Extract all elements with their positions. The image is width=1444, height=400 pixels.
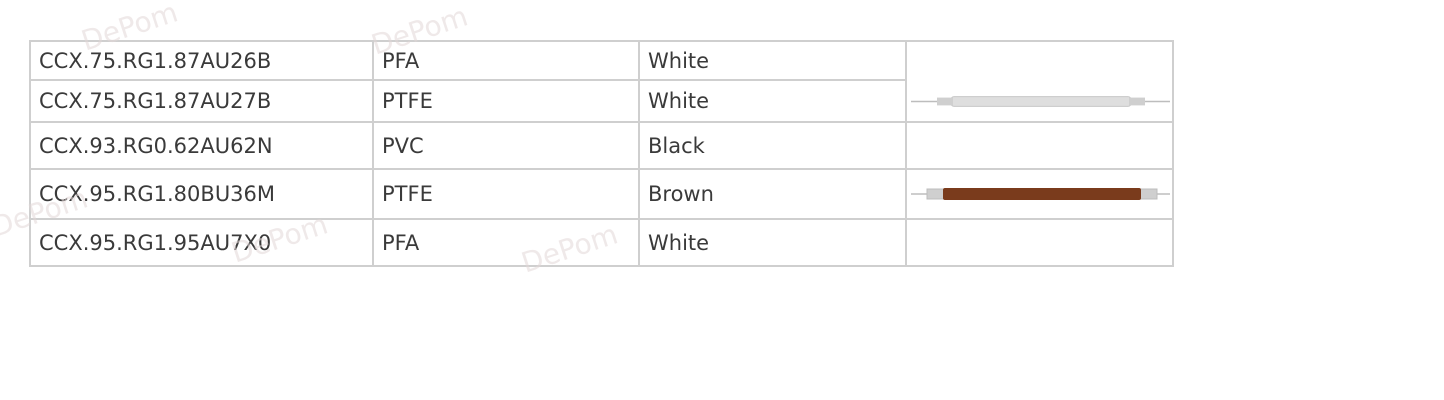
material-cell: PVC [372, 121, 640, 170]
table-row: CCX.95.RG1.95AU7X0 PFA White [29, 218, 1174, 267]
color-cell: White [638, 79, 907, 123]
material-cell: PTFE [372, 79, 640, 123]
part-number-cell: CCX.75.RG1.87AU27B [29, 79, 374, 123]
color-cell: White [638, 218, 907, 267]
material-cell: PTFE [372, 168, 640, 220]
brown-cable-image [911, 188, 1170, 200]
part-number-cell: CCX.75.RG1.87AU26B [29, 40, 374, 81]
cable-image-cell [905, 168, 1174, 220]
empty-image-cell [905, 121, 1174, 170]
white-cable-image [911, 96, 1170, 107]
material-cell: PFA [372, 40, 640, 81]
part-number-cell: CCX.95.RG1.80BU36M [29, 168, 374, 220]
material-cell: PFA [372, 218, 640, 267]
empty-image-cell [905, 218, 1174, 267]
table-row: CCX.95.RG1.80BU36M PTFE Brown [29, 168, 1174, 220]
page: CCX.75.RG1.87AU26B PFA White CCX.75.RG1.… [0, 0, 1444, 400]
cable-table: CCX.75.RG1.87AU26B PFA White CCX.75.RG1.… [29, 40, 1174, 267]
color-cell: White [638, 40, 907, 81]
part-number-cell: CCX.95.RG1.95AU7X0 [29, 218, 374, 267]
table-row: CCX.75.RG1.87AU26B PFA White [29, 40, 1174, 123]
table-row: CCX.93.RG0.62AU62N PVC Black [29, 121, 1174, 170]
part-number-cell: CCX.93.RG0.62AU62N [29, 121, 374, 170]
cable-image-cell [905, 40, 1174, 123]
color-cell: Brown [638, 168, 907, 220]
color-cell: Black [638, 121, 907, 170]
